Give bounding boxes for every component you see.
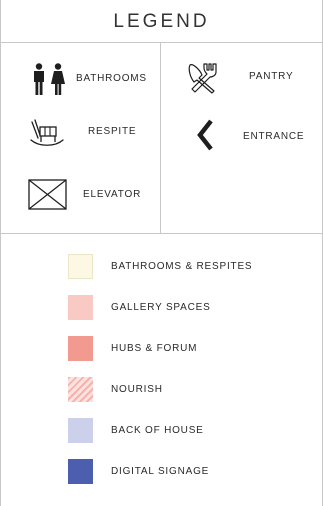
legend-label-bathrooms: BATHROOMS xyxy=(76,73,147,84)
legend-item-elevator: ELEVATOR xyxy=(1,176,160,212)
swatch-label: DIGITAL SIGNAGE xyxy=(111,466,210,477)
swatch-label: GALLERY SPACES xyxy=(111,302,211,313)
legend-title: LEGEND xyxy=(113,11,210,32)
icon-legend-grid: BATHROOMS PANTRY RESPITE ENTRANCE ELEVAT… xyxy=(1,43,322,234)
legend-item-pantry: PANTRY xyxy=(161,61,322,97)
legend-item-bathrooms: BATHROOMS xyxy=(1,63,160,99)
legend-swatch-row: GALLERY SPACES xyxy=(1,295,322,321)
chevron-left-icon xyxy=(197,119,213,151)
legend-swatch-row: NOURISH xyxy=(1,377,322,403)
swatch-bathrooms-respites xyxy=(68,254,93,279)
legend-label-elevator: ELEVATOR xyxy=(83,189,142,200)
restroom-icon xyxy=(34,63,65,95)
swatch-label: HUBS & FORUM xyxy=(111,343,198,354)
legend-item-entrance: ENTRANCE xyxy=(161,118,322,154)
swatch-hubs-forum xyxy=(68,336,93,361)
swatch-label: NOURISH xyxy=(111,384,163,395)
swatch-label: BATHROOMS & RESPITES xyxy=(111,261,253,272)
swatch-label: BACK OF HOUSE xyxy=(111,425,204,436)
elevator-icon xyxy=(28,179,67,210)
swatch-digital-signage xyxy=(68,459,93,484)
fork-knife-icon xyxy=(188,63,217,94)
legend-label-pantry: PANTRY xyxy=(249,71,294,82)
swatch-nourish xyxy=(68,377,93,402)
legend-swatch-row: BACK OF HOUSE xyxy=(1,418,322,444)
legend-label-entrance: ENTRANCE xyxy=(243,131,305,142)
legend-swatch-row: BATHROOMS & RESPITES xyxy=(1,254,322,280)
swatch-back-of-house xyxy=(68,418,93,443)
legend-panel: LEGEND BATHROOMS PANTRY RESPITE ENTRANCE… xyxy=(0,0,323,506)
legend-swatch-row: DIGITAL SIGNAGE xyxy=(1,459,322,485)
rocking-chair-icon xyxy=(30,119,64,146)
legend-item-respite: RESPITE xyxy=(1,116,160,152)
legend-header: LEGEND xyxy=(1,0,322,43)
legend-swatch-row: HUBS & FORUM xyxy=(1,336,322,362)
swatch-gallery-spaces xyxy=(68,295,93,320)
legend-label-respite: RESPITE xyxy=(88,126,137,137)
